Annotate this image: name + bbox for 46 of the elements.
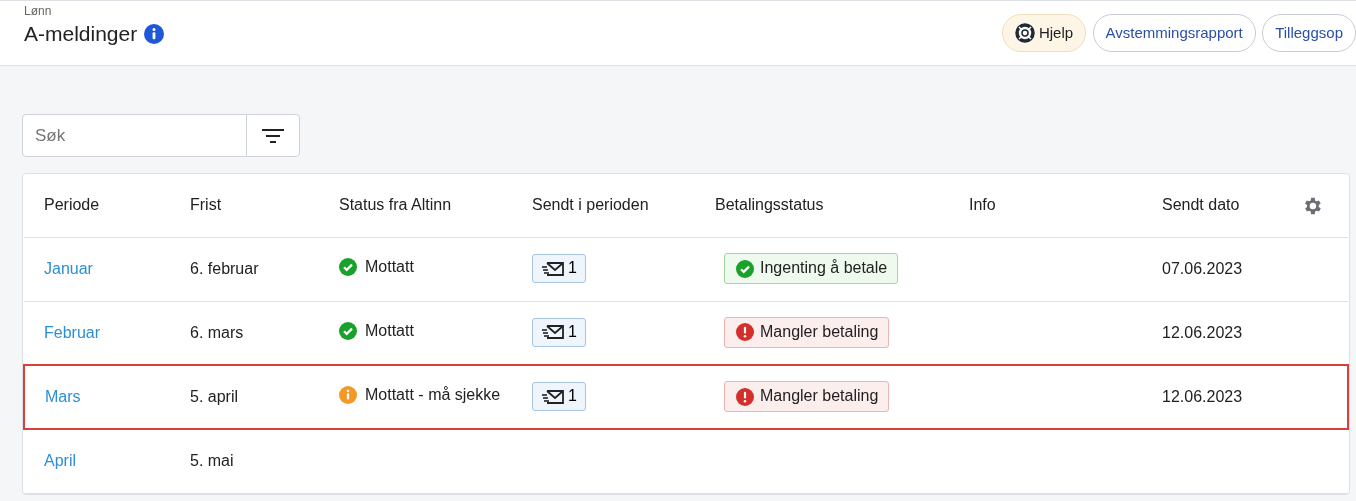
check-icon	[339, 258, 357, 276]
column-header: Frist	[190, 196, 222, 214]
payment-status-badge: Ingenting å betale	[724, 253, 899, 285]
status-text: Mottatt	[365, 257, 414, 277]
table-cell: 6. februar	[190, 260, 259, 277]
info-icon	[339, 386, 357, 404]
period-link[interactable]: Februar	[44, 323, 101, 341]
lifebuoy-icon	[1014, 23, 1035, 43]
table-cell: 07.06.2023	[1162, 260, 1243, 277]
column-header: Sendt dato	[1162, 196, 1240, 214]
send-mail-icon	[541, 388, 565, 405]
table-cell: 12.06.2023	[1162, 388, 1243, 405]
status-text: Mottatt	[365, 320, 414, 341]
table-cell: 5. mai	[190, 452, 234, 470]
sent-messages-button[interactable]: 1	[532, 254, 586, 284]
column-header: Periode	[44, 196, 100, 214]
send-mail-icon	[541, 260, 565, 277]
status-text: Mottatt - må sjekke	[365, 385, 501, 405]
payment-status-badge: Mangler betaling	[724, 381, 890, 413]
column-header: Status fra Altinn	[339, 196, 452, 214]
info-icon[interactable]	[143, 23, 164, 44]
period-link[interactable]: Mars	[45, 388, 81, 405]
sent-messages-button[interactable]: 1	[532, 382, 586, 412]
period-link[interactable]: April	[44, 452, 76, 470]
check-icon	[736, 259, 754, 278]
toolbar-button[interactable]: Tilleggsop	[1262, 14, 1356, 52]
filter-icon	[262, 127, 284, 144]
column-header: Sendt i perioden	[532, 196, 649, 214]
help-button[interactable]: Hjelp	[1001, 14, 1087, 52]
check-icon	[339, 321, 357, 340]
sent-messages-button[interactable]: 1	[532, 318, 586, 347]
column-header: Betalingsstatus	[715, 196, 824, 214]
alert-icon	[736, 323, 754, 342]
breadcrumb[interactable]: Lønn	[24, 5, 164, 17]
toolbar-button[interactable]: Avstemmingsrapport	[1092, 14, 1256, 52]
send-mail-icon	[541, 324, 565, 341]
table-cell: 6. mars	[190, 323, 244, 341]
table-cell: 12.06.2023	[1162, 323, 1243, 341]
payment-status-badge: Mangler betaling	[724, 317, 890, 348]
filter-button[interactable]	[246, 114, 300, 157]
search-field[interactable]: Søk	[22, 114, 247, 157]
page-title: A-meldinger	[24, 21, 138, 47]
table-cell: 5. april	[190, 388, 239, 405]
period-link[interactable]: Januar	[44, 260, 93, 277]
column-header: Info	[969, 196, 996, 214]
alert-icon	[736, 387, 754, 406]
